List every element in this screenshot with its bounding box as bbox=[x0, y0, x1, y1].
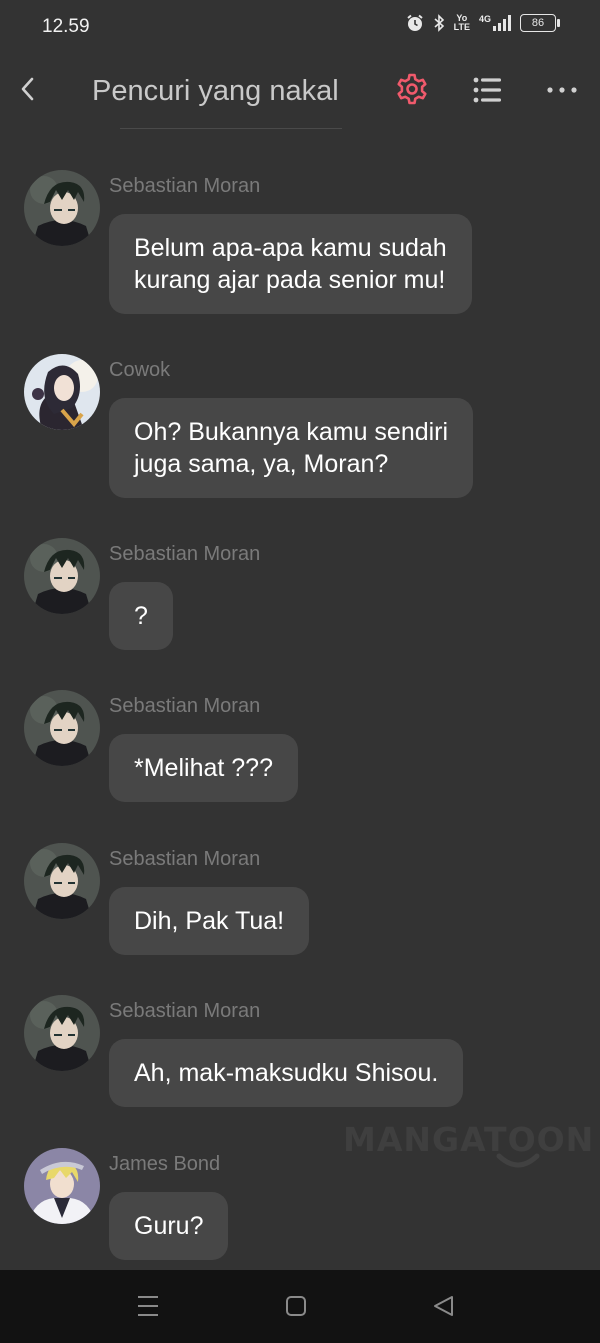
message-bubble[interactable]: Belum apa-apa kamu sudah kurang ajar pad… bbox=[109, 214, 472, 314]
system-nav-bar bbox=[0, 1270, 600, 1343]
sebastian-avatar[interactable] bbox=[24, 538, 100, 614]
page-title: Pencuri yang nakal bbox=[92, 75, 339, 107]
message-bubble[interactable]: Dih, Pak Tua! bbox=[109, 887, 310, 955]
sender-name: Sebastian Moran bbox=[109, 695, 261, 717]
more-dots-icon bbox=[547, 87, 577, 93]
triangle-back-icon bbox=[434, 1296, 453, 1316]
chevron-left-icon bbox=[21, 77, 34, 101]
settings-button[interactable] bbox=[395, 72, 429, 106]
watermark-logo: MANGATOON bbox=[343, 1120, 595, 1159]
cowok-avatar[interactable] bbox=[24, 354, 100, 430]
sender-name: Sebastian Moran bbox=[109, 1000, 261, 1022]
message-bubble[interactable]: ? bbox=[109, 582, 173, 650]
status-bar: 12.59 Yo LTE 4G 86 bbox=[0, 0, 600, 54]
back-button[interactable] bbox=[12, 72, 46, 106]
status-icons: Yo LTE 4G 86 bbox=[406, 14, 560, 32]
message-bubble[interactable]: *Melihat ??? bbox=[109, 734, 298, 802]
watermark-smile-icon bbox=[496, 1153, 540, 1168]
home-button[interactable] bbox=[283, 1294, 309, 1318]
title-divider bbox=[120, 128, 342, 129]
system-back-button[interactable] bbox=[431, 1294, 457, 1318]
status-time: 12.59 bbox=[42, 16, 90, 37]
message-bubble[interactable]: Oh? Bukannya kamu sendiri juga sama, ya,… bbox=[109, 398, 474, 498]
sender-name: Sebastian Moran bbox=[109, 543, 261, 565]
sender-name: Sebastian Moran bbox=[109, 848, 261, 870]
sebastian-avatar[interactable] bbox=[24, 843, 100, 919]
list-button[interactable] bbox=[470, 74, 504, 106]
message-bubble[interactable]: Guru? bbox=[109, 1192, 229, 1260]
nav-bar: Pencuri yang nakal bbox=[0, 54, 600, 134]
bluetooth-icon bbox=[434, 14, 444, 32]
signal-bars-icon bbox=[493, 15, 511, 31]
gear-icon bbox=[397, 73, 427, 105]
alarm-icon bbox=[407, 14, 423, 31]
james-avatar[interactable] bbox=[24, 1148, 100, 1224]
sender-name: Cowok bbox=[109, 359, 171, 381]
sender-name: Sebastian Moran bbox=[109, 175, 261, 197]
sebastian-avatar[interactable] bbox=[24, 690, 100, 766]
more-button[interactable] bbox=[545, 82, 579, 98]
battery-icon: 86 bbox=[520, 14, 560, 32]
sebastian-avatar[interactable] bbox=[24, 170, 100, 246]
sender-name: James Bond bbox=[109, 1153, 221, 1175]
recent-apps-button[interactable] bbox=[135, 1294, 161, 1318]
volte-bottom: LTE bbox=[453, 22, 470, 32]
list-icon bbox=[473, 77, 501, 103]
volte-indicator: Yo LTE bbox=[454, 14, 470, 32]
sebastian-avatar[interactable] bbox=[24, 995, 100, 1071]
signal-indicator: 4G bbox=[479, 15, 511, 31]
square-icon bbox=[286, 1296, 306, 1316]
message-bubble[interactable]: Ah, mak-maksudku Shisou. bbox=[109, 1039, 464, 1107]
menu-lines-icon bbox=[138, 1296, 158, 1316]
network-type: 4G bbox=[478, 14, 491, 24]
